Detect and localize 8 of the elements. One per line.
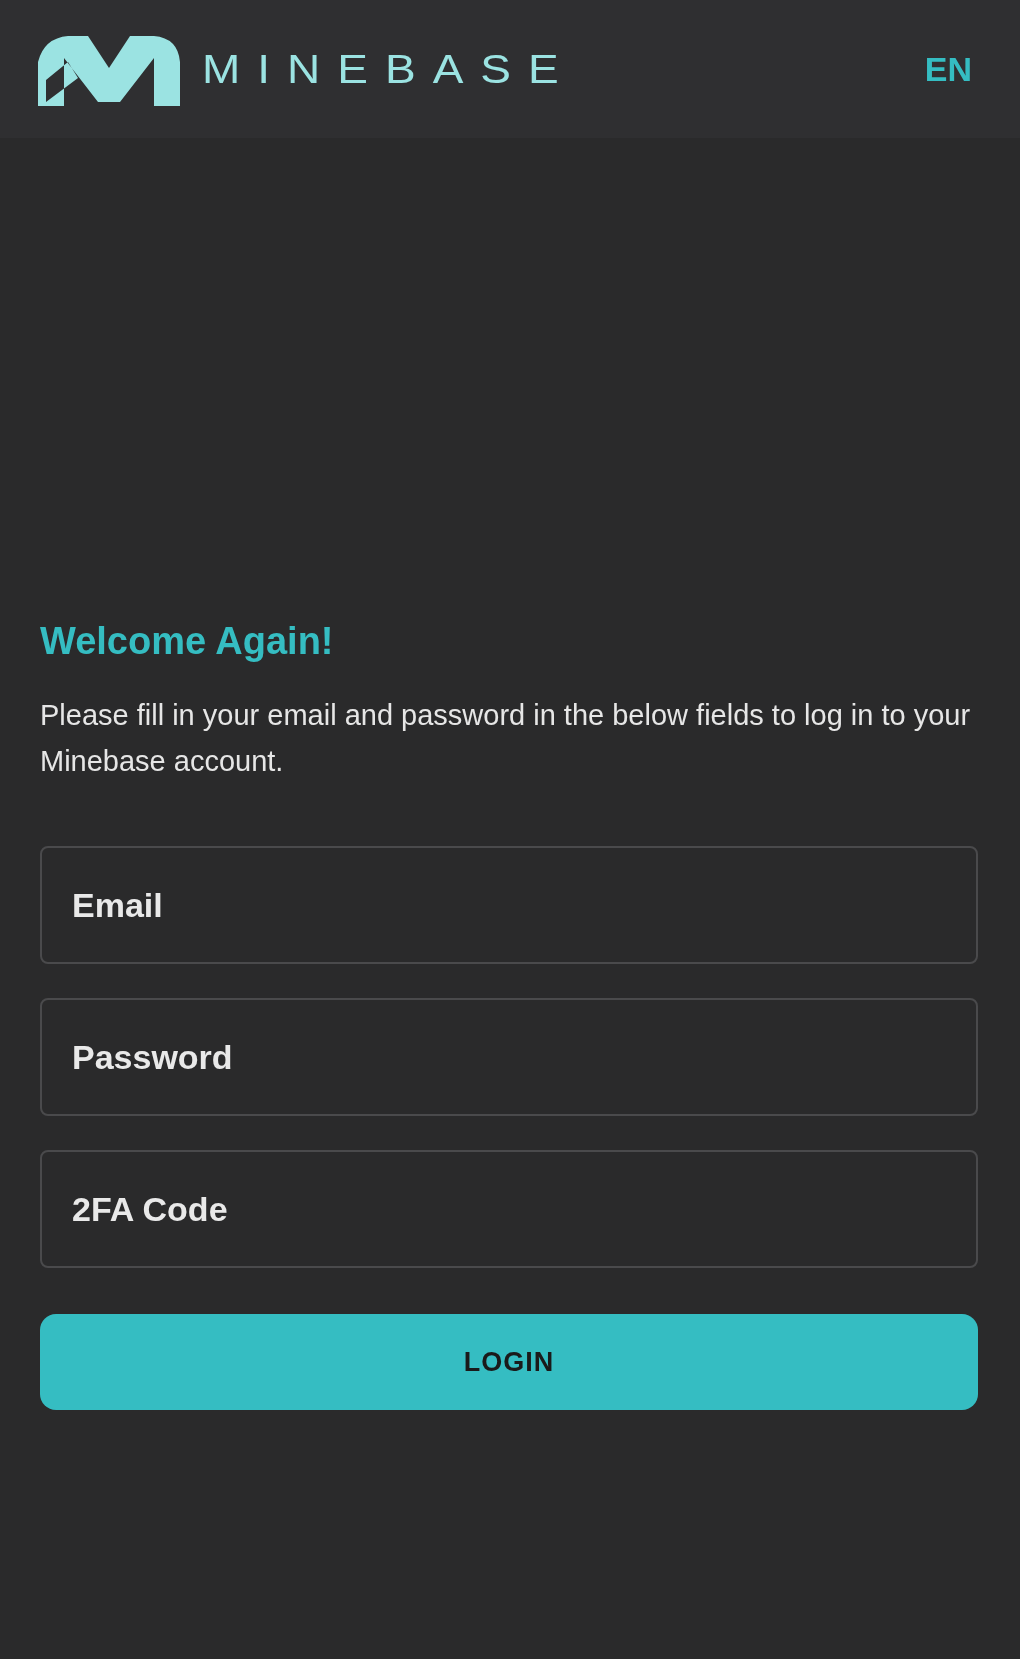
- welcome-heading: Welcome Again!: [40, 619, 335, 664]
- input-field[interactable]: 2FA Code: [40, 1150, 978, 1268]
- language-selector[interactable]: EN: [924, 43, 972, 95]
- input-field[interactable]: Password: [40, 998, 978, 1116]
- intro-text: Please fill in your email and password in the below fields to log in to your Minebase account.: [40, 698, 972, 779]
- input-field[interactable]: Email: [40, 846, 978, 964]
- logo-text: MINEBASE: [202, 48, 576, 90]
- login-button[interactable]: LOGIN: [40, 1314, 978, 1410]
